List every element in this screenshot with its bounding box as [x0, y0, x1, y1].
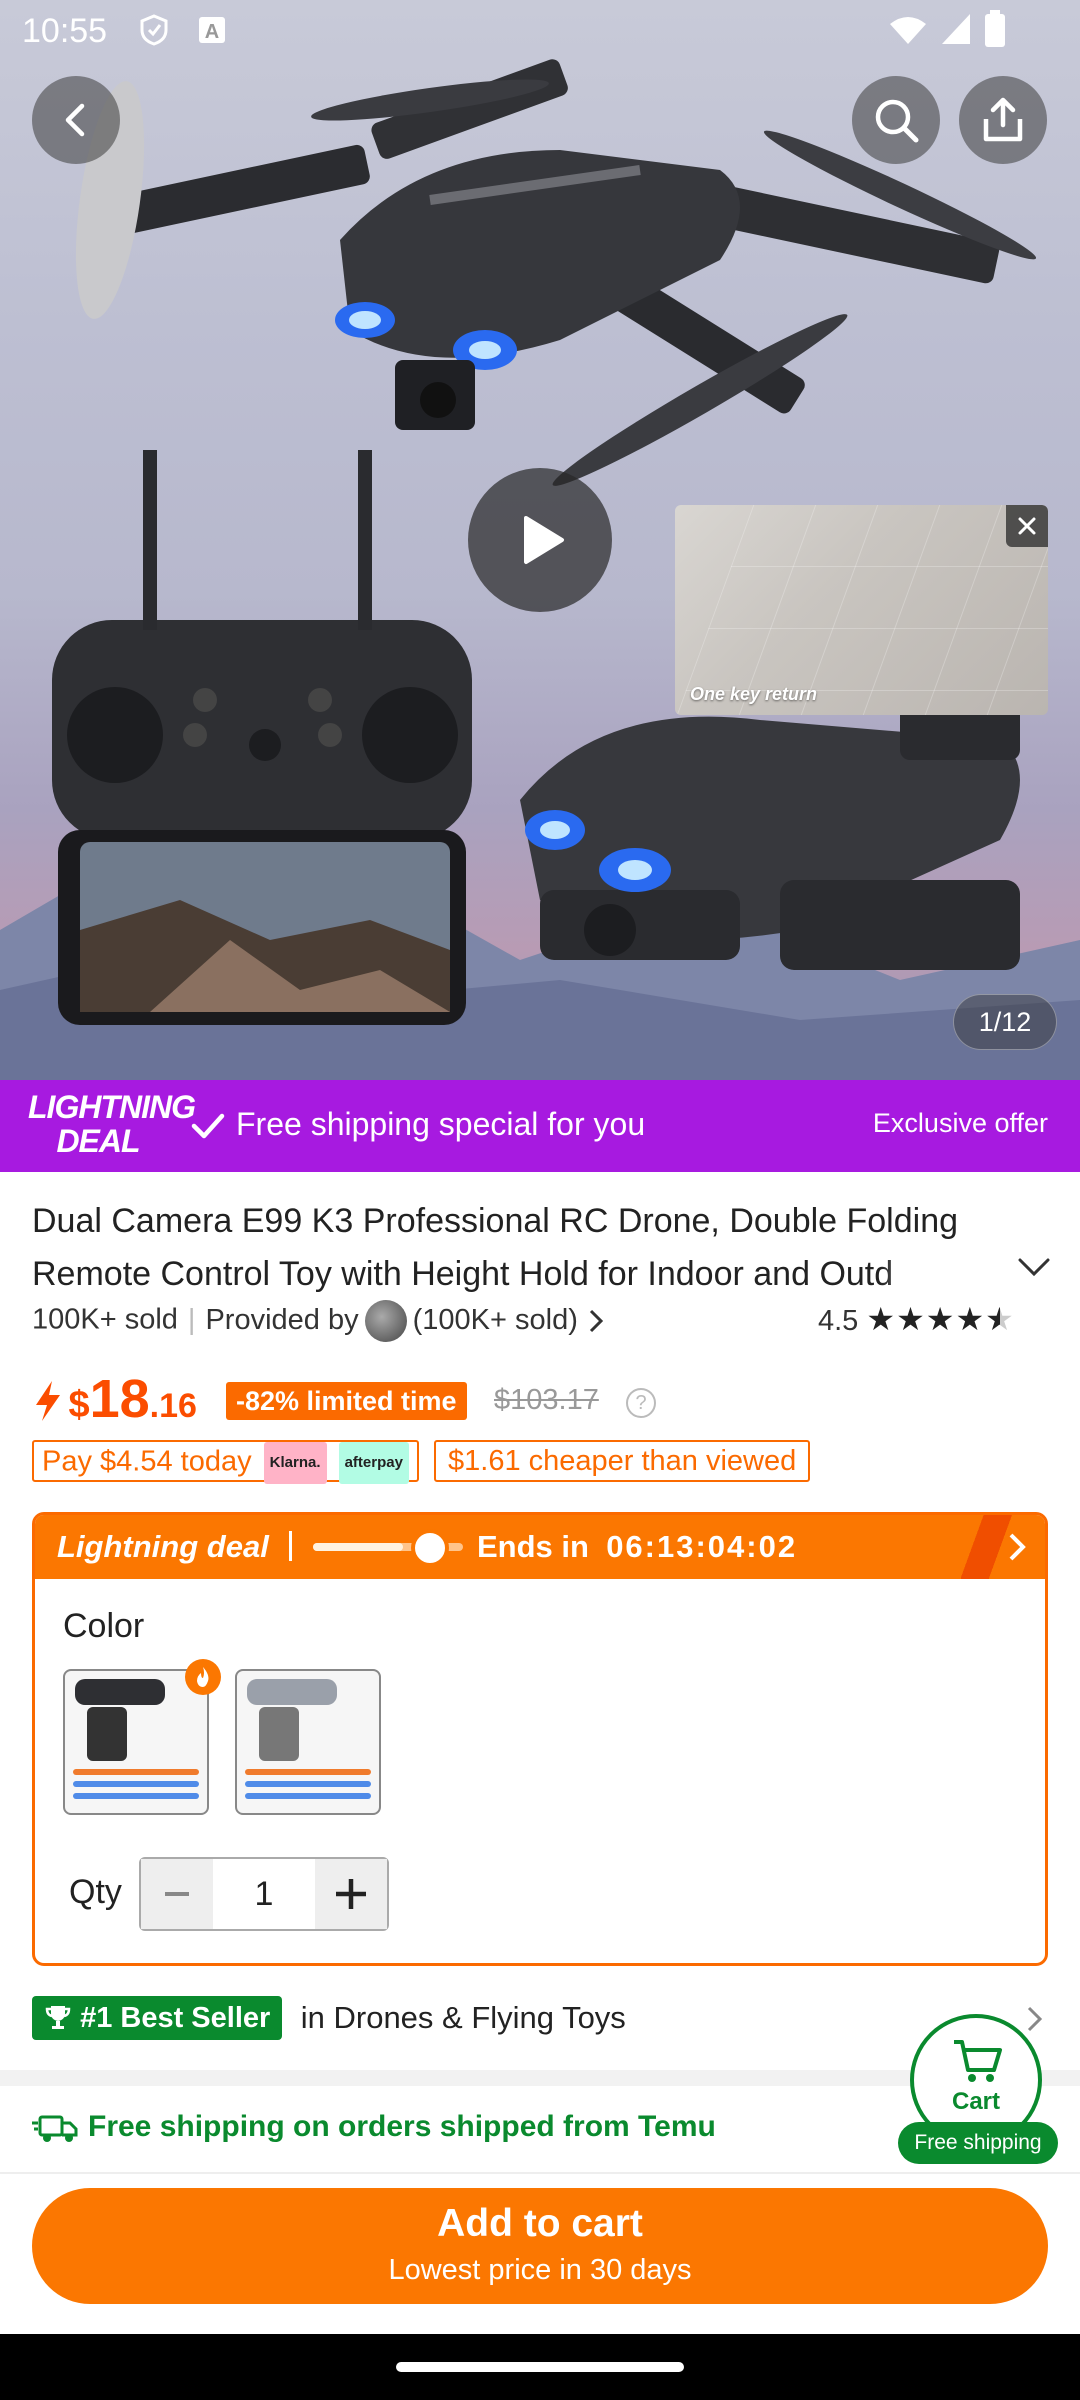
free-shipping-row[interactable]: Free shipping on orders shipped from Tem… — [32, 2110, 716, 2145]
color-swatch-gray[interactable] — [235, 1669, 381, 1815]
exclusive-offer-label: Exclusive offer — [872, 1108, 1048, 1138]
increase-quantity-button[interactable] — [315, 1859, 387, 1929]
plus-icon — [336, 1879, 366, 1909]
check-icon — [191, 1113, 225, 1139]
cart-icon — [954, 2040, 1002, 2082]
font-icon: A — [199, 17, 225, 43]
floating-cart-button[interactable]: Cart Free shipping — [898, 2012, 1058, 2164]
pay-today-text: Pay $4.54 today — [42, 1445, 252, 1478]
product-title[interactable]: Dual Camera E99 K3 Professional RC Drone… — [32, 1195, 982, 1301]
banner-message: Free shipping special for you — [236, 1106, 646, 1142]
search-button[interactable] — [852, 76, 940, 164]
sold-count: 100K+ sold — [32, 1303, 178, 1336]
add-to-cart-label: Add to cart — [437, 2202, 643, 2245]
truck-icon — [32, 2115, 78, 2143]
lightning-icon — [36, 1381, 60, 1421]
svg-text:A: A — [205, 21, 219, 43]
decrease-quantity-button[interactable] — [141, 1859, 213, 1929]
quantity-label: Qty — [69, 1873, 122, 1911]
home-gesture-handle[interactable] — [396, 2362, 684, 2372]
seller-link[interactable]: Provided by (100K+ sold) — [205, 1300, 605, 1342]
rating-summary[interactable]: 4.5 ★★★★★ — [818, 1300, 1015, 1338]
close-icon — [1018, 517, 1036, 535]
color-label: Color — [63, 1607, 145, 1645]
share-icon — [983, 97, 1023, 142]
best-seller-row[interactable]: #1 Best Seller in Drones & Flying Toys — [32, 1996, 626, 2040]
back-button[interactable] — [32, 76, 120, 164]
hot-badge-icon — [185, 1659, 221, 1695]
quantity-value[interactable]: 1 — [213, 1859, 315, 1929]
lightning-deal-header[interactable]: Lightning deal Ends in 06:13:04:02 — [35, 1515, 1045, 1579]
expand-title-icon[interactable] — [1016, 1254, 1052, 1280]
lightning-deal-label: Lightning deal — [57, 1529, 269, 1564]
seller-avatar — [364, 1300, 407, 1342]
image-counter: 1/12 — [953, 994, 1057, 1050]
rating-value: 4.5 — [818, 1305, 859, 1337]
search-icon — [875, 99, 919, 143]
mini-video-caption: One key return — [690, 684, 818, 704]
play-icon — [524, 516, 564, 564]
price-info-icon[interactable]: ? — [626, 1388, 656, 1418]
lightning-deal-banner[interactable]: LIGHTNING DEAL Free shipping special for… — [0, 1080, 1080, 1172]
afterpay-logo: afterpay — [338, 1442, 409, 1484]
klarna-logo: Klarna. — [263, 1442, 327, 1484]
status-bar: 10:55 A — [0, 0, 1080, 62]
seller-sold-count: (100K+ sold) — [412, 1303, 578, 1336]
wifi-icon — [890, 17, 926, 44]
deal-progress-knob — [411, 1529, 449, 1567]
add-to-cart-sublabel: Lowest price in 30 days — [388, 2254, 692, 2286]
shield-icon — [140, 14, 168, 46]
chevron-right-icon — [1009, 1533, 1026, 1561]
sales-info: 100K+ sold | Provided by (100K+ sold) — [32, 1300, 606, 1342]
current-price: $18.16 — [68, 1369, 197, 1429]
pay-later-box[interactable]: Pay $4.54 today Klarna. afterpay — [32, 1440, 419, 1484]
lightning-deal-logo: LIGHTNING DEAL — [28, 1089, 196, 1159]
cart-free-shipping-badge: Free shipping — [898, 2122, 1058, 2164]
discount-badge: -82% limited time — [226, 1382, 467, 1420]
color-swatch-black[interactable] — [63, 1669, 209, 1815]
status-time: 10:55 — [22, 12, 108, 50]
cart-label: Cart — [951, 2088, 1000, 2115]
star-rating-icon: ★★★★★ — [866, 1301, 1015, 1337]
cheaper-than-viewed-tag: $1.61 cheaper than viewed — [434, 1440, 811, 1482]
mini-video-player[interactable]: One key return — [675, 505, 1048, 715]
share-button[interactable] — [959, 76, 1047, 164]
best-seller-category: in Drones & Flying Toys — [300, 2000, 626, 2035]
chevron-left-icon — [65, 103, 85, 137]
deal-countdown: Ends in 06:13:04:02 — [477, 1529, 798, 1564]
system-navigation-bar — [0, 2334, 1080, 2400]
signal-icon — [942, 14, 970, 44]
trophy-icon — [45, 2006, 71, 2029]
original-price: $103.17 — [494, 1384, 599, 1416]
product-page: 10:55 A One key return 1/12 LIGHTNING DE… — [0, 0, 1080, 2400]
close-mini-video-button[interactable] — [1006, 505, 1048, 547]
minus-icon — [165, 1892, 189, 1896]
price-row: $18.16 — [32, 1368, 197, 1432]
chevron-right-icon — [589, 1309, 604, 1333]
add-to-cart-button[interactable]: Add to cart Lowest price in 30 days — [32, 2188, 1048, 2304]
best-seller-badge: #1 Best Seller — [32, 1996, 283, 2040]
product-image-carousel[interactable]: 10:55 A One key return 1/12 — [0, 0, 1080, 1080]
play-video-button[interactable] — [468, 468, 612, 612]
quantity-stepper: 1 — [139, 1857, 389, 1931]
lightning-deal-panel: Lightning deal Ends in 06:13:04:02 Color — [32, 1512, 1048, 1966]
battery-icon — [985, 10, 1005, 47]
